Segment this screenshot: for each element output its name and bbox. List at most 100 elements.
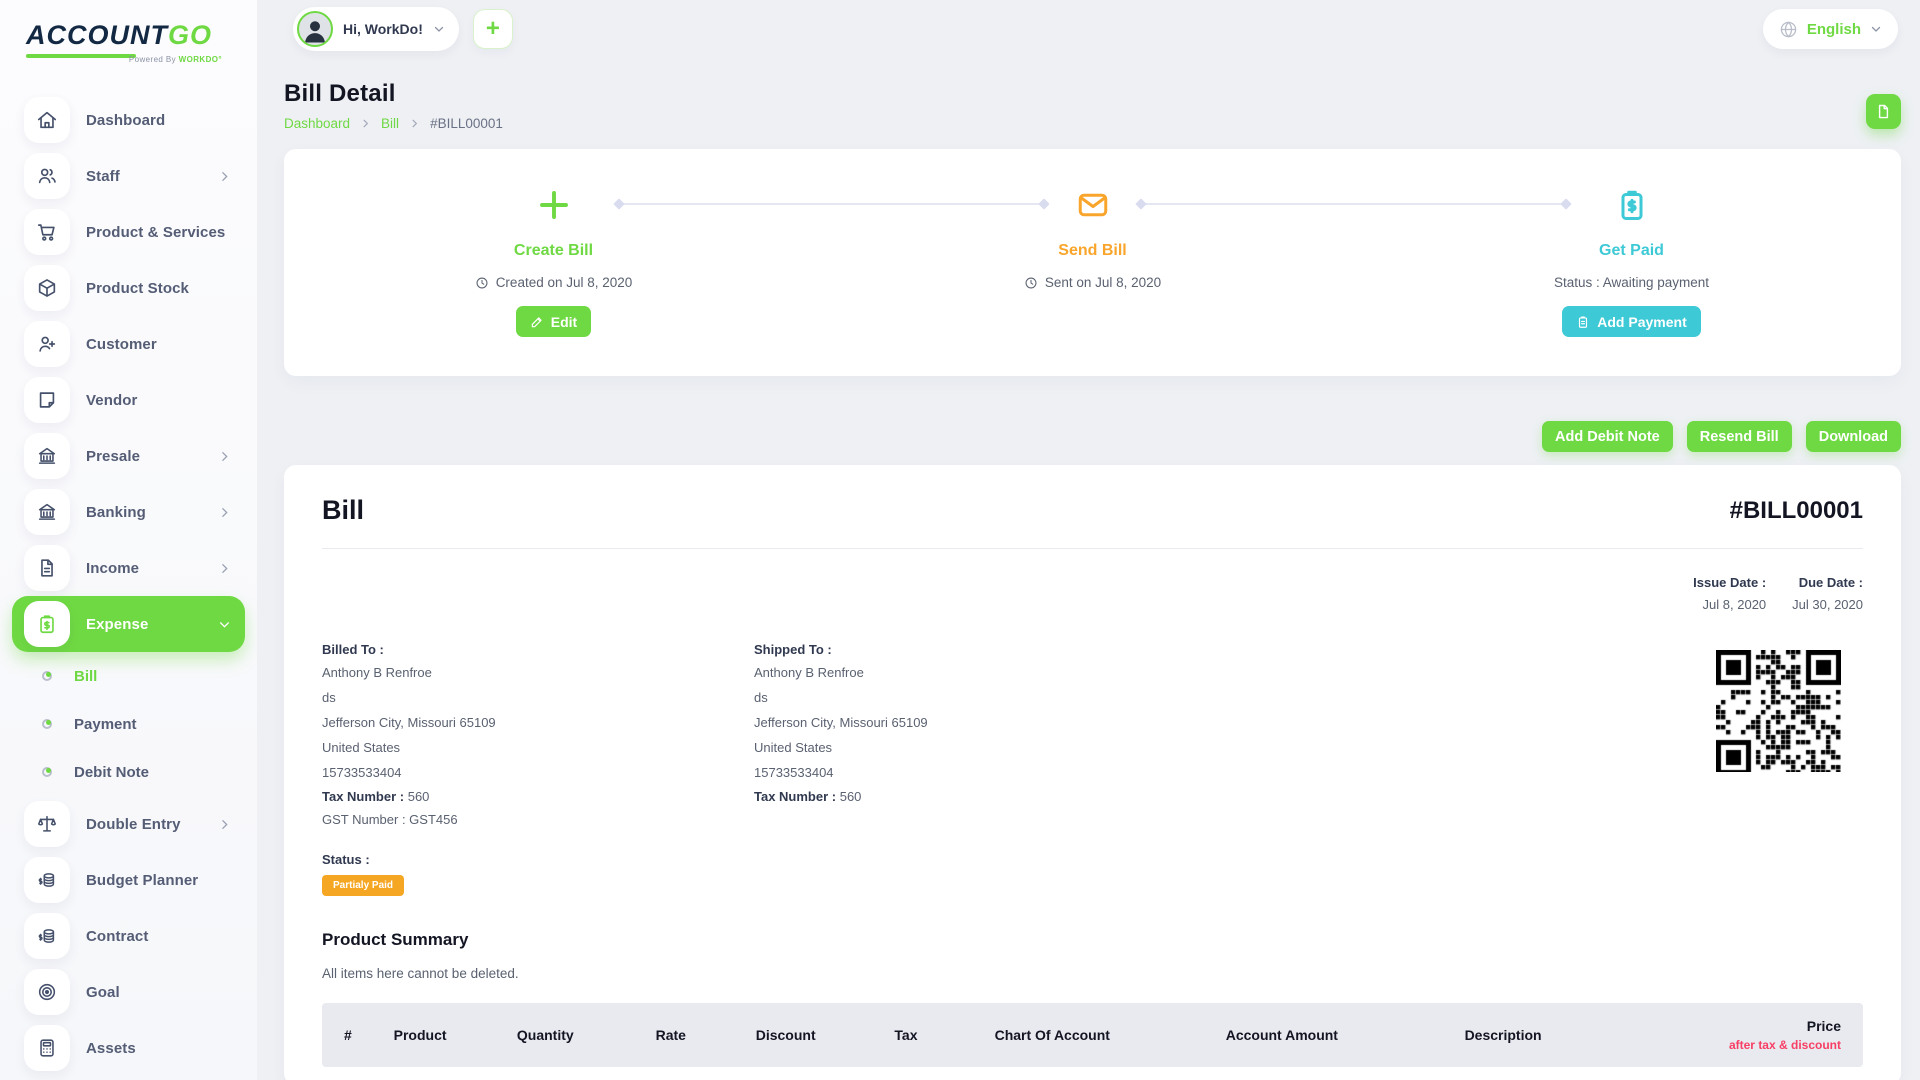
product-table: #ProductQuantityRateDiscountTaxChart Of …: [322, 1003, 1863, 1080]
language-selector[interactable]: English: [1763, 9, 1898, 49]
sidebar-item-banking[interactable]: Banking: [12, 484, 245, 540]
breadcrumb-current: #BILL00001: [430, 116, 503, 131]
table-cell: -: [1455, 1067, 1671, 1080]
bill-status: Status : Partialy Paid: [322, 852, 1863, 896]
product-summary-title: Product Summary: [322, 930, 1863, 950]
bill-actions: Add Debit Note Resend Bill Download: [284, 421, 1901, 452]
add-button[interactable]: +: [473, 9, 513, 49]
sidebar-item-label: Budget Planner: [86, 872, 198, 889]
sidebar-item-expense[interactable]: Expense: [12, 596, 245, 652]
user-greeting: Hi, WorkDo!: [343, 21, 423, 37]
table-cell: -: [384, 1067, 507, 1080]
note-icon: [24, 377, 70, 423]
chevron-down-icon: [433, 23, 445, 35]
sidebar-item-vendor[interactable]: Vendor: [12, 372, 245, 428]
coins-icon: [24, 913, 70, 959]
product-summary-note: All items here cannot be deleted.: [322, 966, 1863, 981]
sidebar-item-assets[interactable]: Assets: [12, 1020, 245, 1076]
bill-progress-card: Create Bill Created on Jul 8, 2020 Edit …: [284, 149, 1901, 376]
clipboard-dollar-icon: [24, 601, 70, 647]
sidebar-subitem-bill[interactable]: Bill: [12, 652, 245, 700]
clock-icon: [475, 276, 489, 290]
chevron-right-icon: [218, 506, 231, 519]
sidebar-item-label: Banking: [86, 504, 146, 521]
page-title: Bill Detail: [284, 80, 503, 108]
topbar: Hi, WorkDo! + English: [257, 0, 1920, 58]
table-cell: -: [746, 1067, 885, 1080]
home-icon: [24, 97, 70, 143]
sidebar-subitem-debit-note[interactable]: Debit Note: [12, 748, 245, 796]
download-button[interactable]: Download: [1806, 421, 1901, 452]
coins-icon: [24, 857, 70, 903]
bill-card: Bill #BILL00001 Issue Date : Jul 8, 2020…: [284, 465, 1901, 1080]
language-label: English: [1807, 21, 1861, 38]
user-menu[interactable]: Hi, WorkDo!: [293, 7, 459, 51]
table-header-cell: Description: [1455, 1003, 1671, 1067]
chevron-right-icon: [409, 118, 420, 129]
bullet-icon: [42, 719, 52, 729]
resend-bill-button[interactable]: Resend Bill: [1687, 421, 1792, 452]
breadcrumb-dashboard[interactable]: Dashboard: [284, 116, 350, 131]
add-payment-button[interactable]: Add Payment: [1562, 306, 1700, 337]
table-header-row: #ProductQuantityRateDiscountTaxChart Of …: [322, 1003, 1863, 1067]
sidebar-item-product-stock[interactable]: Product Stock: [12, 260, 245, 316]
shipped-to-block: Shipped To : Anthony B Renfroe ds Jeffer…: [754, 642, 1186, 827]
brand-logo[interactable]: ACCOUNTGO Powered By WORKDO°: [0, 12, 257, 78]
sidebar: ACCOUNTGO Powered By WORKDO° Dashboard S…: [0, 0, 257, 1080]
breadcrumb-bill[interactable]: Bill: [381, 116, 399, 131]
file-icon: [24, 545, 70, 591]
sidebar-subitem-label: Payment: [74, 716, 137, 733]
mail-icon: [1075, 185, 1111, 225]
sidebar-item-budget-planner[interactable]: Budget Planner: [12, 852, 245, 908]
sidebar-item-dashboard[interactable]: Dashboard: [12, 92, 245, 148]
issue-date: Issue Date : Jul 8, 2020: [1693, 575, 1766, 612]
sidebar-item-product-services[interactable]: Product & Services: [12, 204, 245, 260]
sidebar-item-presale[interactable]: Presale: [12, 428, 245, 484]
bill-dates: Issue Date : Jul 8, 2020 Due Date : Jul …: [322, 575, 1863, 612]
sidebar-item-label: Income: [86, 560, 139, 577]
edit-button[interactable]: Edit: [516, 306, 591, 337]
sidebar-item-label: Goal: [86, 984, 120, 1001]
step-note: Created on Jul 8, 2020: [475, 275, 633, 290]
receipt-dollar-icon: [1614, 185, 1650, 225]
table-row: 1------0.00$-0.00$: [322, 1067, 1863, 1080]
table-cell: 1: [322, 1067, 384, 1080]
sidebar-subitem-payment[interactable]: Payment: [12, 700, 245, 748]
table-cell: -: [884, 1067, 984, 1080]
sidebar-item-contract[interactable]: Contract: [12, 908, 245, 964]
step-send-bill: Send Bill Sent on Jul 8, 2020: [823, 149, 1362, 376]
brand-name: ACCOUNTGO: [26, 22, 257, 49]
table-header-cell: #: [322, 1003, 384, 1067]
main-area: Hi, WorkDo! + English Bill Detail Dashbo…: [257, 0, 1920, 1080]
page-head: Bill Detail Dashboard Bill #BILL00001: [284, 80, 1901, 131]
sidebar-item-label: Expense: [86, 616, 148, 633]
brand-powered-by: Powered By WORKDO°: [26, 55, 222, 64]
user-plus-icon: [24, 321, 70, 367]
table-header-cell: Discount: [746, 1003, 885, 1067]
step-connector: [1141, 203, 1566, 205]
target-icon: [24, 969, 70, 1015]
document-button[interactable]: [1866, 94, 1901, 129]
clock-icon: [1024, 276, 1038, 290]
sidebar-item-customer[interactable]: Customer: [12, 316, 245, 372]
status-badge: Partialy Paid: [322, 875, 404, 896]
scales-icon: [24, 801, 70, 847]
step-connector: [619, 203, 1044, 205]
add-debit-note-button[interactable]: Add Debit Note: [1542, 421, 1673, 452]
sidebar-item-goal[interactable]: Goal: [12, 964, 245, 1020]
sidebar-item-staff[interactable]: Staff: [12, 148, 245, 204]
chevron-right-icon: [218, 818, 231, 831]
bullet-icon: [42, 671, 52, 681]
step-create-bill: Create Bill Created on Jul 8, 2020 Edit: [284, 149, 823, 376]
chevron-down-icon: [218, 618, 231, 631]
users-icon: [24, 153, 70, 199]
chevron-right-icon: [218, 450, 231, 463]
avatar: [297, 11, 333, 47]
divider: [322, 548, 1863, 549]
sidebar-item-double-entry[interactable]: Double Entry: [12, 796, 245, 852]
sidebar-item-label: Double Entry: [86, 816, 181, 833]
bill-parties: Billed To : Anthony B Renfroe ds Jeffers…: [322, 642, 1863, 827]
table-cell: -: [646, 1067, 746, 1080]
sidebar-item-income[interactable]: Income: [12, 540, 245, 596]
chevron-right-icon: [218, 170, 231, 183]
